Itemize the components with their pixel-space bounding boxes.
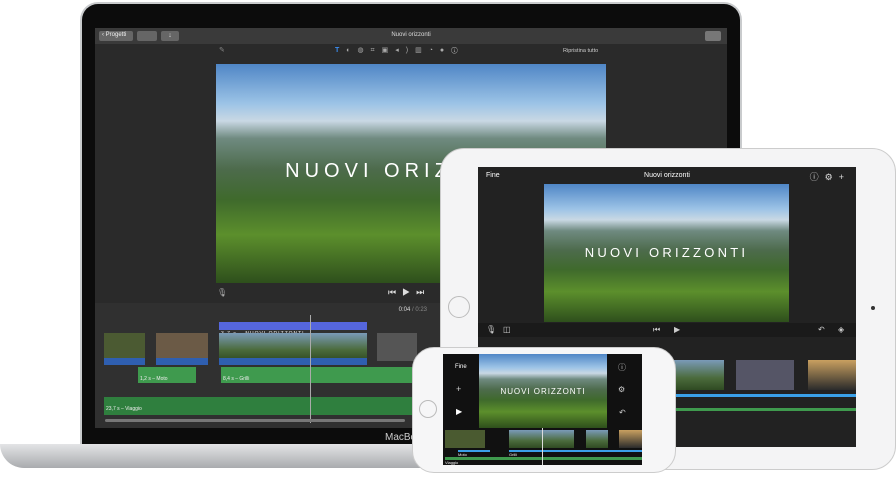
crop-icon[interactable]: ⌗ xyxy=(371,47,382,54)
play-icon[interactable]: ▶ xyxy=(402,287,416,297)
video-clip[interactable] xyxy=(377,333,417,361)
ipad-top-icons: ⓘ⚙+ xyxy=(810,170,850,183)
playhead[interactable] xyxy=(542,428,543,465)
color-balance-icon[interactable]: ◐ xyxy=(346,47,357,54)
color-correction-icon[interactable]: ◍ xyxy=(358,47,371,54)
ipad-home-button[interactable] xyxy=(448,296,470,318)
audio-icon[interactable]: ◈ xyxy=(838,325,844,334)
timecode: 0:04 / 0:23 xyxy=(399,307,427,313)
timeline-scrollbar[interactable] xyxy=(105,419,405,422)
noise-reduction-icon[interactable]: ▥ xyxy=(415,47,429,54)
undo-icon[interactable]: ↶ xyxy=(818,325,825,334)
video-clip[interactable] xyxy=(619,430,642,448)
adjust-toolbar: T◐◍⌗▣◂)▥◔●ⓘ xyxy=(335,46,465,55)
iphone-home-button[interactable] xyxy=(419,400,437,418)
microphone-icon[interactable]: 🎙 xyxy=(486,325,496,334)
time-current: 0:04 xyxy=(398,307,411,313)
music-track[interactable]: 23,7 s – Viaggio xyxy=(104,397,424,415)
settings-icon[interactable]: ⚙ xyxy=(618,385,625,394)
music-label: 23,7 s – Viaggio xyxy=(106,406,142,412)
iphone-viewer: NUOVI ORIZZONTI xyxy=(479,354,607,428)
share-button[interactable] xyxy=(705,31,721,41)
audio-clip-label: 8,4 s – Grilli xyxy=(223,376,250,382)
time-separator: / xyxy=(411,307,414,313)
title-clip[interactable]: 3,7 s – NUOVI ORIZZONTI xyxy=(219,322,367,337)
mac-toolbar: ‹ Progetti ↓ Nuovi orizzonti xyxy=(95,28,727,44)
iphone-video-title: NUOVI ORIZZONTI xyxy=(500,386,586,396)
play-icon[interactable]: ▶ xyxy=(674,325,680,334)
video-clip[interactable] xyxy=(156,333,208,361)
ipad-controls: 🎙 ◫ ⏮ ▶ ↶ ◈ xyxy=(478,323,856,337)
iphone-done-button[interactable]: Fine xyxy=(455,364,467,370)
info-icon[interactable]: ⓘ xyxy=(451,47,465,54)
video-clip[interactable] xyxy=(219,333,367,361)
speed-icon[interactable]: ◔ xyxy=(429,47,440,54)
reset-all-button[interactable]: Ripristina tutto xyxy=(563,48,598,54)
help-icon[interactable]: ⓘ xyxy=(618,362,626,373)
microphone-icon[interactable]: 🎙 xyxy=(217,288,227,297)
previous-icon[interactable]: ⏮ xyxy=(388,287,402,297)
ipad-camera xyxy=(871,306,875,310)
ipad-viewer: NUOVI ORIZZONTI xyxy=(544,184,789,322)
camera-icon[interactable]: ◫ xyxy=(503,325,511,334)
magic-wand-icon[interactable]: ✎ xyxy=(219,46,225,54)
previous-icon[interactable]: ⏮ xyxy=(653,325,660,335)
video-clip[interactable] xyxy=(445,430,485,448)
next-icon[interactable]: ⏭ xyxy=(416,287,430,297)
playhead[interactable] xyxy=(310,315,311,423)
add-icon[interactable]: + xyxy=(456,384,461,394)
stabilization-icon[interactable]: ▣ xyxy=(382,47,396,54)
audio-clip-label: 1,2 s – Moto xyxy=(140,376,168,382)
audio-clip-moto[interactable]: 1,2 s – Moto xyxy=(138,367,196,383)
playback-controls: ⏮▶⏭ xyxy=(388,287,430,298)
filter-icon[interactable]: ● xyxy=(440,47,451,54)
volume-icon[interactable]: ◂) xyxy=(395,47,415,54)
video-clip[interactable] xyxy=(808,360,856,390)
ipad-project-title: Nuovi orizzonti xyxy=(644,172,690,179)
imovie-iphone: Fine + ▶ NUOVI ORIZZONTI ⓘ ⚙ ↶ Moto Gril… xyxy=(443,354,642,465)
video-clip[interactable] xyxy=(736,360,794,390)
video-clip[interactable] xyxy=(104,333,145,361)
settings-icon[interactable]: ⚙ xyxy=(825,172,839,182)
music-label: Viaggio xyxy=(445,460,459,465)
video-clip[interactable] xyxy=(586,430,608,448)
help-icon[interactable]: ⓘ xyxy=(810,172,825,182)
ipad-video-title: NUOVI ORIZZONTI xyxy=(584,244,749,260)
video-clip[interactable] xyxy=(674,360,724,390)
play-icon[interactable]: ▶ xyxy=(456,407,462,416)
project-title: Nuovi orizzonti xyxy=(391,32,431,38)
time-total: 0:23 xyxy=(415,307,427,313)
undo-icon[interactable]: ↶ xyxy=(619,408,626,417)
title-tool-icon[interactable]: T xyxy=(335,47,346,54)
music-track[interactable] xyxy=(445,457,642,460)
add-icon[interactable]: + xyxy=(839,172,850,182)
audio-clip-grilli[interactable]: 8,4 s – Grilli xyxy=(221,367,421,383)
